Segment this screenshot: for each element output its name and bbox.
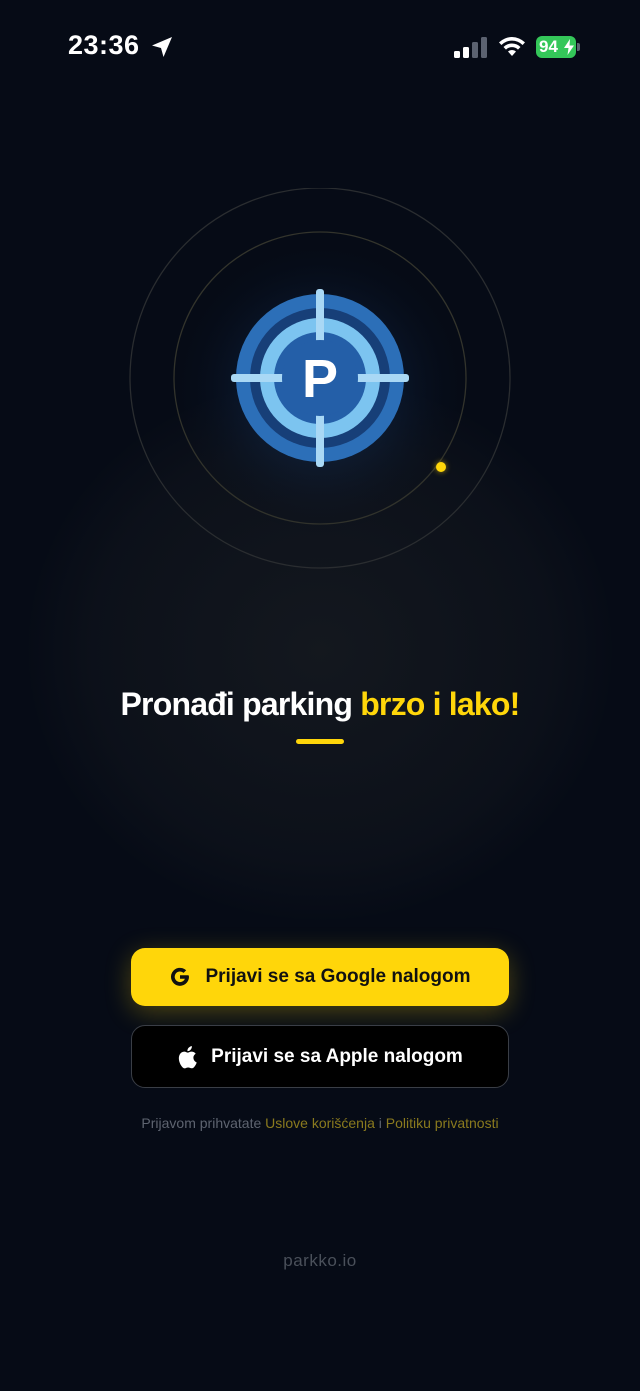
bolt-icon <box>564 39 574 55</box>
battery-level: 94 <box>539 37 558 56</box>
google-icon <box>171 967 190 986</box>
privacy-link[interactable]: Politiku privatnosti <box>386 1115 499 1131</box>
apple-login-button[interactable]: Prijavi se sa Apple nalogom <box>131 1025 509 1088</box>
wifi-icon <box>499 37 525 56</box>
headline: Pronađi parking brzo i lako! <box>0 686 640 723</box>
logo-letter: P <box>302 349 338 409</box>
google-login-button[interactable]: Prijavi se sa Google nalogom <box>131 948 509 1006</box>
apple-icon <box>179 1045 197 1068</box>
headline-underline <box>296 739 344 744</box>
parking-target-logo: P <box>129 188 511 569</box>
headline-text: Pronađi parking <box>120 686 361 722</box>
status-time: 23:36 <box>68 30 140 60</box>
battery-cap <box>577 43 580 51</box>
headline-highlight: brzo i lako! <box>360 686 520 722</box>
orbit-dot <box>436 462 446 472</box>
cellular-signal-icon <box>454 37 487 58</box>
legal-prefix: Prijavom prihvatate <box>141 1115 266 1131</box>
footer-brand: parkko.io <box>283 1251 357 1270</box>
google-login-label: Prijavi se sa Google nalogom <box>205 966 471 987</box>
status-bar: 23:36 94 <box>0 0 640 96</box>
terms-link[interactable]: Uslove korišćenja <box>265 1115 375 1131</box>
apple-login-label: Prijavi se sa Apple nalogom <box>211 1045 463 1067</box>
battery-charging-icon: 94 <box>536 36 576 58</box>
login-screen: 23:36 94 P Pronađi parking brzo i lako! … <box>0 0 640 1391</box>
location-arrow-icon <box>152 37 172 57</box>
legal-connector: i <box>374 1115 386 1131</box>
legal-notice: Prijavom prihvatate Uslove korišćenja i … <box>0 1115 640 1131</box>
